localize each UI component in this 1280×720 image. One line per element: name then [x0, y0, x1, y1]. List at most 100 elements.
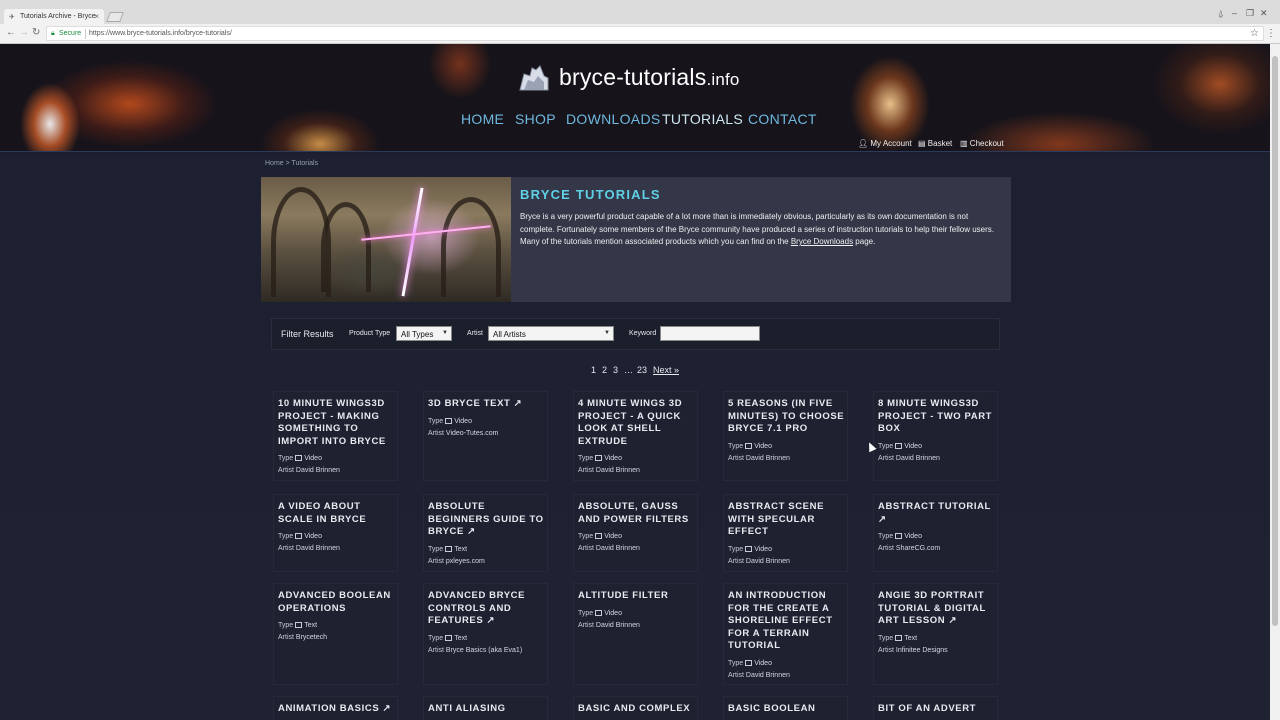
url-input[interactable]: 🔒︎ Secure https://www.bryce-tutorials.in…: [46, 26, 1264, 41]
tutorial-card[interactable]: ADVANCED BOOLEAN OPERATIONS Type Text Artis…: [273, 583, 398, 685]
artist-value: David Brinnen: [745, 558, 790, 565]
tutorial-card[interactable]: BASIC BOOLEAN: [723, 696, 848, 720]
tutorial-card[interactable]: ABSTRACT TUTORIAL ↗ Type Video Artist Share…: [873, 494, 998, 572]
card-title[interactable]: 4 MINUTE WINGS 3D PROJECT - A QUICK LOOK…: [578, 398, 698, 448]
tutorial-card[interactable]: AN INTRODUCTION FOR THE CREATE A SHORELI…: [723, 583, 848, 685]
tutorial-card[interactable]: 10 MINUTE WINGS3D PROJECT - MAKING SOMET…: [273, 391, 398, 481]
card-title[interactable]: A VIDEO ABOUT SCALE IN BRYCE: [278, 501, 398, 526]
reload-icon[interactable]: ↻: [32, 27, 40, 38]
tutorial-card[interactable]: 5 REASONS (IN FIVE MINUTES) TO CHOOSE BR…: [723, 391, 848, 481]
nav-downloads[interactable]: DOWNLOADS: [566, 111, 661, 127]
back-icon[interactable]: ←: [6, 27, 16, 38]
keyword-label: Keyword: [629, 330, 657, 337]
tutorial-card[interactable]: 4 MINUTE WINGS 3D PROJECT - A QUICK LOOK…: [573, 391, 698, 481]
next-page-link[interactable]: Next »: [653, 365, 679, 375]
tab-title: Tutorials Archive - Bryce: [20, 13, 96, 20]
tutorial-card[interactable]: ADVANCED BRYCE CONTROLS AND FEATURES ↗ Ty…: [423, 583, 548, 685]
profile-icon[interactable]: ⍙: [1218, 8, 1223, 19]
tutorial-card[interactable]: BIT OF AN ADVERT: [873, 696, 998, 720]
card-title[interactable]: ADVANCED BRYCE CONTROLS AND FEATURES ↗: [428, 590, 548, 628]
forward-icon[interactable]: →: [19, 27, 29, 38]
nav-shop[interactable]: SHOP: [515, 111, 556, 127]
video-icon: [895, 443, 903, 449]
my-account-link[interactable]: 👤︎ My Account: [858, 139, 912, 148]
card-title[interactable]: BASIC AND COMPLEX: [578, 703, 698, 716]
artist-label: Artist: [578, 545, 594, 552]
tutorial-card[interactable]: ANTI ALIASING: [423, 696, 548, 720]
type-label: Type: [578, 455, 594, 462]
tutorial-card[interactable]: ABSOLUTE BEGINNERS GUIDE TO BRYCE ↗ Type T…: [423, 494, 548, 572]
document-icon: [895, 635, 903, 641]
card-title[interactable]: 3D BRYCE TEXT ↗: [428, 398, 548, 411]
maximize-icon[interactable]: ❐: [1246, 8, 1254, 19]
card-type: Type Video: [578, 610, 622, 617]
user-icon: 👤︎: [858, 139, 869, 148]
product-type-select[interactable]: All Types ▼: [396, 326, 452, 341]
card-title[interactable]: ALTITUDE FILTER: [578, 590, 698, 603]
page-scrollbar[interactable]: [1270, 44, 1280, 720]
card-title[interactable]: ADVANCED BOOLEAN OPERATIONS: [278, 590, 398, 615]
artist-select[interactable]: All Artists ▼: [488, 326, 614, 341]
nav-contact[interactable]: CONTACT: [748, 111, 817, 127]
browser-menu-icon[interactable]: ⋮: [1266, 28, 1276, 39]
card-title[interactable]: 8 MINUTE WINGS3D PROJECT - TWO PART BOX: [878, 398, 998, 436]
type-label: Type: [728, 660, 744, 667]
browser-tab[interactable]: ✈ Tutorials Archive - Bryce ×: [4, 9, 104, 24]
banner-text-before: Bryce is a very powerful product capable…: [520, 212, 994, 246]
card-title[interactable]: ANTI ALIASING: [428, 703, 548, 716]
card-title[interactable]: ABSOLUTE BEGINNERS GUIDE TO BRYCE ↗: [428, 501, 548, 539]
nav-tutorials[interactable]: TUTORIALS: [662, 111, 743, 127]
basket-link[interactable]: ▤ Basket: [918, 139, 952, 148]
tutorial-card[interactable]: ABSOLUTE, GAUSS AND POWER FILTERS Type Vid…: [573, 494, 698, 572]
logo-fortress-icon: [519, 65, 549, 91]
card-title[interactable]: 5 REASONS (IN FIVE MINUTES) TO CHOOSE BR…: [728, 398, 848, 436]
card-title[interactable]: 10 MINUTE WINGS3D PROJECT - MAKING SOMET…: [278, 398, 398, 448]
card-type: Type Video: [278, 533, 322, 540]
card-title[interactable]: ABSOLUTE, GAUSS AND POWER FILTERS: [578, 501, 698, 526]
nav-home[interactable]: HOME: [461, 111, 504, 127]
video-icon: [295, 533, 303, 539]
tutorial-card[interactable]: A VIDEO ABOUT SCALE IN BRYCE Type Video Art…: [273, 494, 398, 572]
new-tab-button[interactable]: [106, 12, 124, 22]
card-title[interactable]: BASIC BOOLEAN: [728, 703, 848, 716]
card-type: Type Video: [278, 455, 322, 462]
tutorial-card[interactable]: 8 MINUTE WINGS3D PROJECT - TWO PART BOX T…: [873, 391, 998, 481]
tutorial-card[interactable]: ABSTRACT SCENE WITH SPECULAR EFFECT Type V…: [723, 494, 848, 572]
artist-value: David Brinnen: [895, 455, 940, 462]
tutorial-card[interactable]: 3D BRYCE TEXT ↗ Type Video Artist Video-Tut…: [423, 391, 548, 481]
card-title[interactable]: ABSTRACT SCENE WITH SPECULAR EFFECT: [728, 501, 848, 539]
page-ellipsis: …: [624, 365, 633, 375]
keyword-input[interactable]: [660, 326, 760, 341]
card-title[interactable]: AN INTRODUCTION FOR THE CREATE A SHORELI…: [728, 590, 848, 653]
tutorial-card[interactable]: ANIMATION BASICS ↗: [273, 696, 398, 720]
card-artist: Artist Bryce Basics (aka Eva1): [428, 647, 522, 654]
card-title[interactable]: ANIMATION BASICS ↗: [278, 703, 398, 716]
bryce-downloads-link[interactable]: Bryce Downloads: [791, 237, 853, 246]
minimize-icon[interactable]: –: [1232, 8, 1237, 18]
page-3[interactable]: 3: [613, 365, 618, 375]
page-23[interactable]: 23: [637, 365, 647, 375]
artist-label: Artist: [278, 467, 294, 474]
card-artist: Artist David Brinnen: [728, 558, 790, 565]
card-title[interactable]: ABSTRACT TUTORIAL ↗: [878, 501, 998, 526]
page-2[interactable]: 2: [602, 365, 607, 375]
basket-label: Basket: [927, 139, 953, 148]
type-label: Type: [578, 533, 594, 540]
card-title[interactable]: ANGIE 3D PORTRAIT TUTORIAL & DIGITAL ART…: [878, 590, 998, 628]
card-type: Type Video: [428, 418, 472, 425]
banner-image: [261, 177, 511, 302]
site-logo[interactable]: bryce-tutorials.info: [518, 62, 758, 96]
close-tab-icon[interactable]: ×: [94, 12, 99, 21]
card-artist: Artist David Brinnen: [578, 545, 640, 552]
bookmark-star-icon[interactable]: ☆: [1250, 28, 1259, 39]
tutorial-card[interactable]: BASIC AND COMPLEX: [573, 696, 698, 720]
scrollbar-thumb[interactable]: [1272, 56, 1278, 626]
cart-icon: ▥: [960, 139, 968, 148]
checkout-link[interactable]: ▥ Checkout: [960, 139, 1004, 148]
card-title[interactable]: BIT OF AN ADVERT: [878, 703, 998, 716]
tutorial-card[interactable]: ANGIE 3D PORTRAIT TUTORIAL & DIGITAL ART…: [873, 583, 998, 685]
close-window-icon[interactable]: ✕: [1260, 8, 1268, 19]
card-artist: Artist Brycetech: [278, 634, 327, 641]
tutorial-card[interactable]: ALTITUDE FILTER Type Video Artist David Bri…: [573, 583, 698, 685]
breadcrumb[interactable]: Home > Tutorials: [265, 160, 318, 167]
